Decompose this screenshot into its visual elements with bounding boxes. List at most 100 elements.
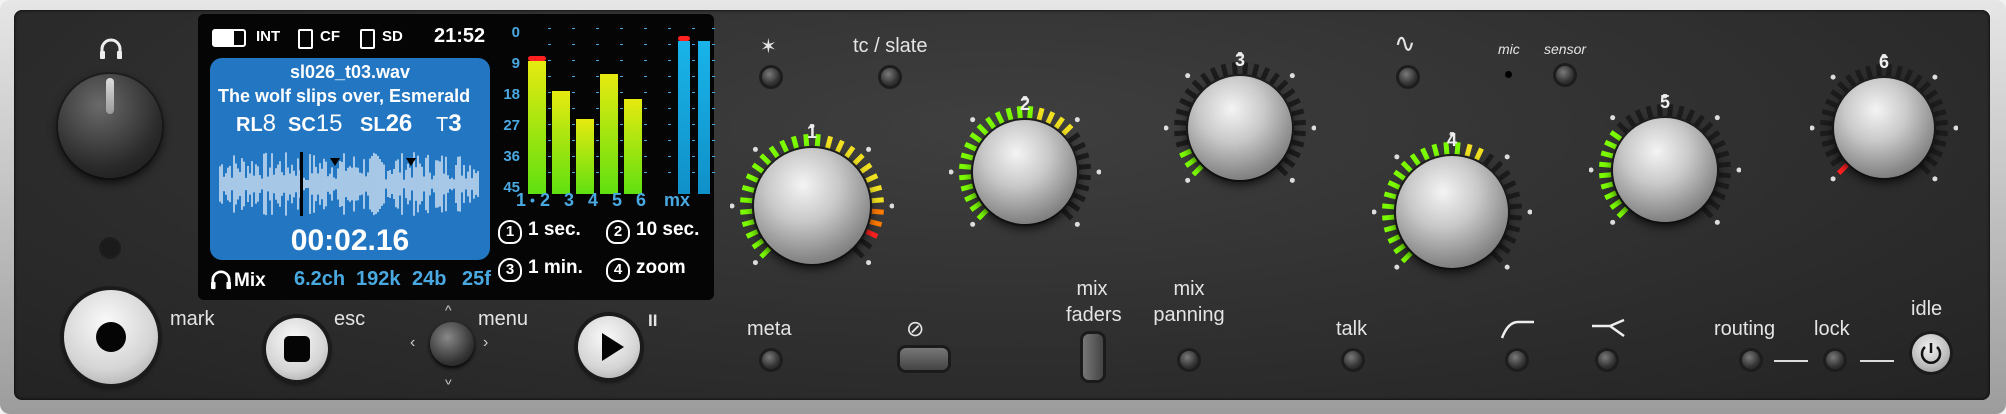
- knob-segment: [1604, 190, 1618, 201]
- knob-segment: [859, 238, 873, 250]
- knob-dot: [1289, 177, 1295, 183]
- gain-knob-5[interactable]: 5: [1588, 92, 1742, 246]
- knob-segment: [1393, 169, 1406, 181]
- meter-channel-mx-right: [698, 28, 715, 194]
- gain-knob-1[interactable]: 1: [729, 122, 895, 288]
- meter-label: 4: [588, 190, 599, 210]
- meter-tick: [596, 44, 599, 45]
- talk-button[interactable]: [1344, 351, 1362, 369]
- knob-segment: [852, 246, 865, 259]
- meter-peak: [528, 56, 546, 62]
- knob-segment: [1287, 148, 1301, 159]
- gain-knob-3[interactable]: 3: [1163, 50, 1317, 204]
- knob-cap: [1834, 78, 1934, 178]
- knob-segment: [751, 162, 765, 174]
- knob-dot: [1074, 221, 1080, 227]
- knob-segment: [852, 153, 865, 166]
- menu-joystick[interactable]: [430, 322, 474, 366]
- gain-knob-6[interactable]: 6: [1809, 52, 1959, 202]
- mic-label: mic: [1498, 41, 1520, 57]
- sensor-button[interactable]: [1556, 66, 1574, 84]
- gain-knob-4[interactable]: 4: [1371, 130, 1533, 292]
- take-value: 3: [448, 110, 462, 137]
- knob-segment: [1836, 80, 1849, 93]
- knob-segment: [1276, 164, 1289, 177]
- lock-label: lock: [1814, 318, 1850, 340]
- knob-segment: [1824, 98, 1838, 109]
- level-meters: 0 9 18 27 36 45: [498, 24, 715, 198]
- phase-button[interactable]: [900, 348, 948, 370]
- headphone-volume-knob[interactable]: [58, 74, 162, 178]
- meter-tick: [620, 172, 623, 173]
- routing-button[interactable]: [1742, 351, 1760, 369]
- mix-panning-button[interactable]: [1180, 351, 1198, 369]
- knob-segment: [1400, 160, 1413, 173]
- meter-tick: [644, 108, 647, 109]
- knob-segment: [1200, 72, 1212, 86]
- stop-button[interactable]: [266, 318, 328, 380]
- knob-segment: [1507, 224, 1521, 233]
- play-button[interactable]: [578, 316, 640, 378]
- meter-tick: [692, 44, 695, 45]
- take-label: T: [436, 114, 449, 136]
- record-button[interactable]: [64, 290, 158, 384]
- meter-tick: [692, 28, 695, 29]
- clock: 21:52: [434, 25, 486, 47]
- high-pass-button[interactable]: [1508, 351, 1526, 369]
- knob-segment: [1716, 150, 1730, 159]
- meter-tick: [692, 108, 695, 109]
- knob-segment: [869, 184, 883, 193]
- routing-label: routing: [1714, 318, 1776, 340]
- meter-tick: [668, 44, 671, 45]
- meter-tick: [596, 60, 599, 61]
- tilde-button[interactable]: [1399, 68, 1417, 86]
- meter-tick: [692, 172, 695, 173]
- limiter-button[interactable]: [1598, 351, 1616, 369]
- power-icon: [1920, 343, 1942, 364]
- knob-dot: [1371, 209, 1377, 215]
- meter-channel-5: [624, 28, 647, 194]
- mix-faders-button[interactable]: [1083, 334, 1103, 380]
- meter-tick: [668, 28, 671, 29]
- knob-segment: [1930, 98, 1944, 109]
- knob-segment: [1076, 183, 1090, 192]
- meter-label: 1: [516, 190, 527, 210]
- knob-cap: [754, 148, 870, 264]
- knob-number: 1: [806, 122, 817, 142]
- meter-tick: [644, 172, 647, 173]
- meter-tick: [572, 124, 575, 125]
- meta-button[interactable]: [762, 351, 780, 369]
- knob-segment: [1507, 191, 1521, 200]
- star-button[interactable]: [762, 68, 780, 86]
- lock-button[interactable]: [1826, 351, 1844, 369]
- meter-peak: [678, 36, 690, 42]
- knob-segment: [1935, 119, 1948, 126]
- power-button[interactable]: [1912, 334, 1950, 372]
- gain-knob-2[interactable]: 2: [948, 94, 1102, 248]
- meter-tick: [692, 92, 695, 93]
- knob-segment: [1820, 119, 1833, 126]
- knob-dot: [1610, 219, 1616, 225]
- sensor-label: sensor: [1544, 41, 1587, 57]
- headphones-icon: [100, 38, 122, 59]
- roll-field: RL8: [236, 110, 276, 138]
- scene-field: SC15: [288, 110, 343, 138]
- display-screen: INT CF SD 21:52 sl026_t03.wav The wolf s…: [198, 14, 715, 300]
- knob-dot: [1527, 209, 1533, 215]
- knob-segment: [1716, 181, 1730, 190]
- knob-segment: [1625, 114, 1637, 128]
- meter-tick: [596, 28, 599, 29]
- meter-scale-tick: 18: [503, 86, 520, 103]
- meter-label: 3: [564, 190, 575, 210]
- high-pass-filter-icon: [1500, 320, 1534, 339]
- mix-faders-label-1: mix: [1076, 278, 1108, 300]
- knob-segment: [1498, 243, 1511, 255]
- knob-segment: [964, 141, 978, 152]
- knob-segment: [1707, 130, 1721, 142]
- knob-dot: [1096, 169, 1102, 175]
- meter-tick: [712, 44, 715, 45]
- knob-segment: [1609, 130, 1623, 142]
- knob-dot: [1736, 167, 1742, 173]
- tc-slate-button[interactable]: [881, 68, 899, 86]
- meter-tick: [548, 92, 551, 93]
